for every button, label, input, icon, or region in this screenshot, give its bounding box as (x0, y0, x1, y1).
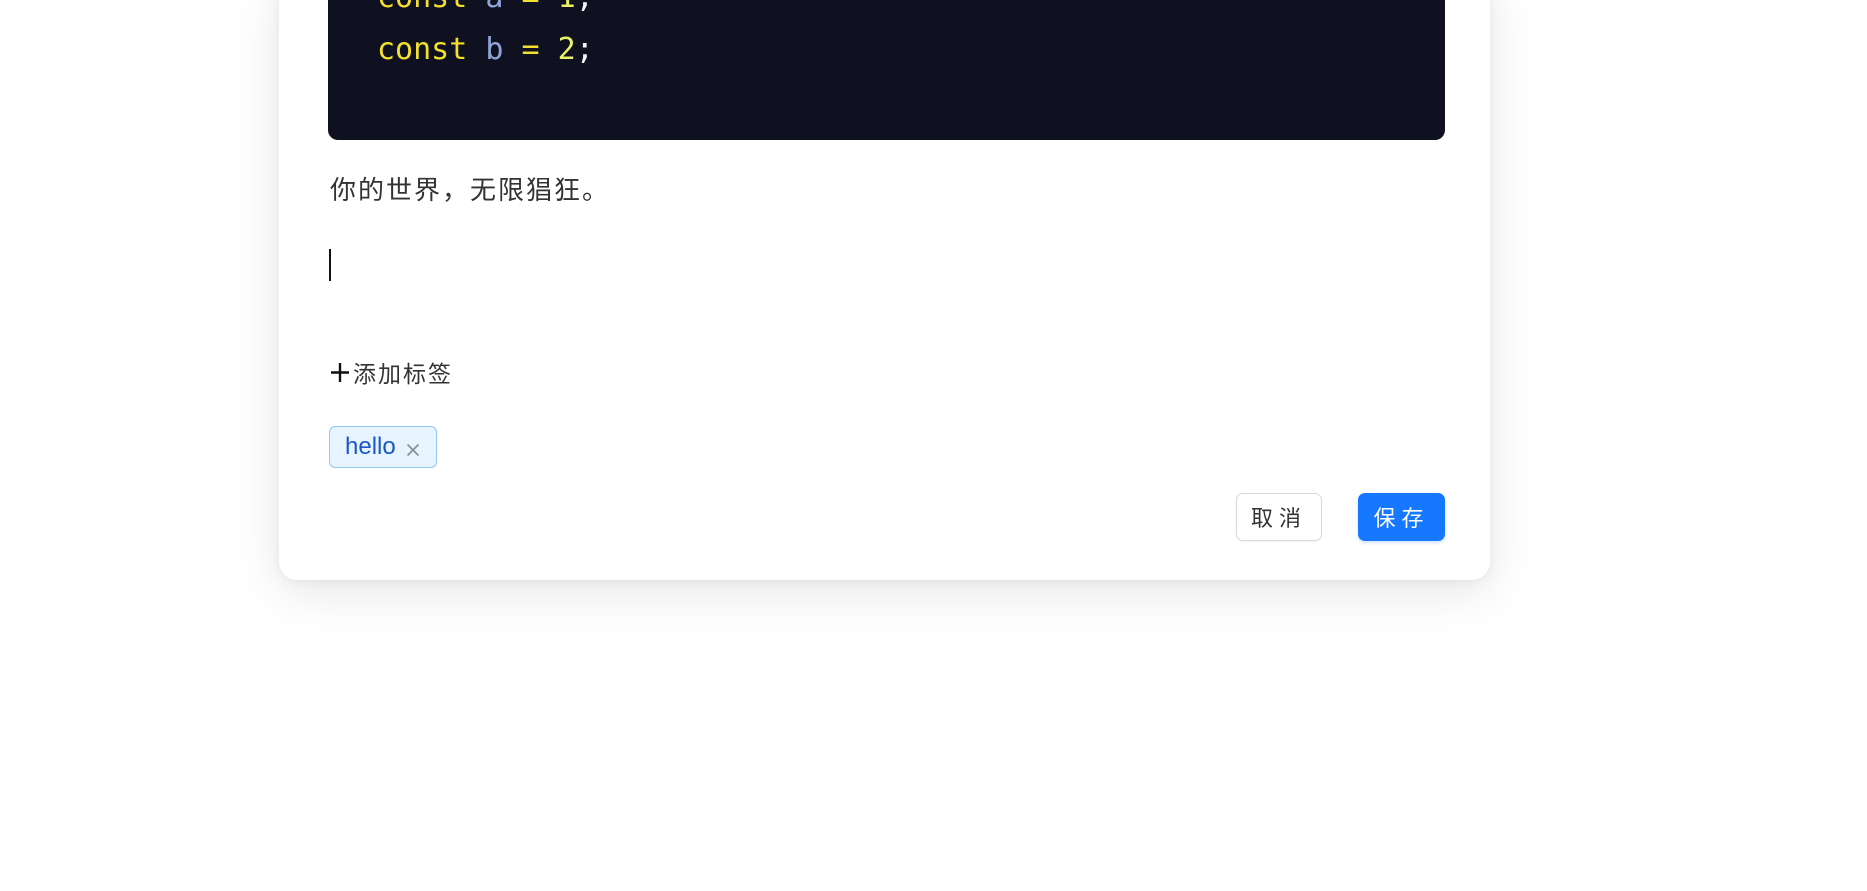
add-tag-label: 添加标签 (353, 362, 453, 388)
code-variable: b (485, 32, 504, 67)
code-punctuation: ; (575, 32, 594, 67)
save-button[interactable]: 保存 (1358, 493, 1445, 541)
tag-label: hello (345, 433, 396, 460)
code-keyword: const (377, 32, 468, 67)
tag-chip: hello (329, 426, 437, 468)
editor-paragraph[interactable]: 你的世界，无限猖狂。 (330, 170, 610, 207)
code-line: const a = 1; (377, 0, 594, 15)
code-punctuation: ; (576, 0, 594, 15)
text-caret[interactable] (329, 249, 331, 281)
close-icon[interactable] (404, 438, 422, 457)
code-block[interactable]: const a = 1; const b = 2; (328, 0, 1445, 140)
code-operator: = (522, 0, 540, 15)
code-number: 2 (557, 32, 576, 67)
code-number: 1 (558, 0, 576, 15)
plus-icon (329, 359, 351, 385)
cancel-button[interactable]: 取消 (1236, 493, 1322, 541)
code-operator: = (521, 32, 540, 67)
add-tag-button[interactable]: 添加标签 (329, 355, 453, 389)
code-variable: a (485, 0, 503, 15)
code-keyword: const (377, 0, 467, 15)
code-line: const b = 2; (377, 32, 594, 67)
